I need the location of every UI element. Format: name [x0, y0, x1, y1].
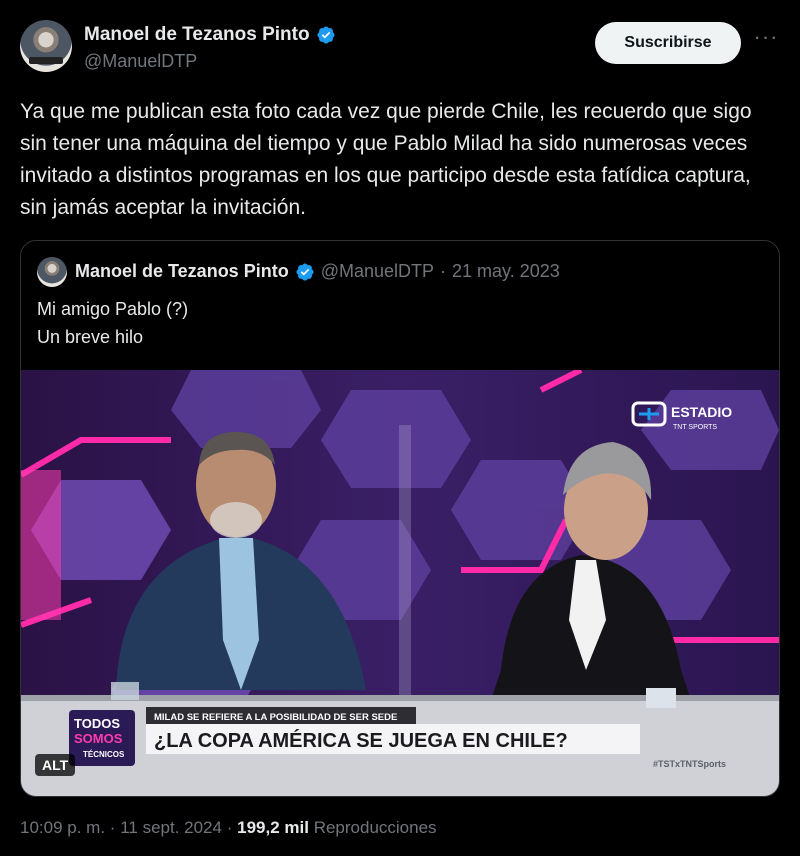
alt-text-badge[interactable]: ALT — [35, 754, 76, 776]
tweet-metadata: 10:09 p. m. · 11 sept. 2024 · 199,2 mil … — [20, 818, 437, 838]
lower-third-caption: MILAD SE REFIERE A LA POSIBILIDAD DE SER… — [154, 712, 397, 723]
tweet-text: Ya que me publican esta foto cada vez qu… — [20, 100, 752, 219]
program-logo-line-3: TÉCNICOS — [83, 750, 125, 759]
views-count: 199,2 mil — [237, 818, 309, 837]
quoted-text-line-1: Mi amigo Pablo (?) — [37, 299, 189, 319]
channel-logo-subtext: TNT SPORTS — [673, 424, 717, 431]
subscribe-button[interactable]: Suscribirse — [595, 22, 741, 64]
views-label: Reproducciones — [313, 818, 437, 837]
separator-dot: · — [440, 261, 447, 281]
more-options-icon[interactable]: ··· — [752, 26, 780, 54]
quoted-tweet-media[interactable]: ESTADIO TNT SPORTS MILAD SE REFIERE A LA… — [21, 370, 779, 796]
author-name-row[interactable]: Manoel de Tezanos Pinto — [84, 24, 336, 46]
separator-dot: · — [109, 818, 116, 837]
quoted-tweet-card[interactable]: Manoel de Tezanos Pinto @ManuelDTP · 21 … — [20, 240, 780, 797]
author-avatar[interactable] — [20, 20, 72, 72]
quoted-author-name: Manoel de Tezanos Pinto — [75, 261, 289, 281]
verified-badge-icon — [296, 262, 314, 281]
broadcast-hashtag: #TSTxTNTSports — [653, 759, 726, 769]
lower-third-headline: ¿LA COPA AMÉRICA SE JUEGA EN CHILE? — [154, 729, 568, 752]
quoted-tweet-header: Manoel de Tezanos Pinto @ManuelDTP · 21 … — [75, 261, 560, 282]
tv-studio-photo: ESTADIO TNT SPORTS MILAD SE REFIERE A LA… — [21, 370, 779, 796]
quoted-author-avatar — [37, 257, 67, 287]
program-logo-line-2: SOMOS — [74, 731, 123, 746]
tweet-date[interactable]: 11 sept. 2024 — [120, 818, 222, 837]
tweet-time[interactable]: 10:09 p. m. — [20, 818, 105, 837]
channel-logo-text: ESTADIO — [671, 404, 732, 420]
author-handle[interactable]: @ManuelDTP — [84, 51, 197, 72]
verified-badge-icon — [317, 26, 335, 44]
author-name[interactable]: Manoel de Tezanos Pinto — [84, 24, 310, 46]
quoted-tweet-date: 21 may. 2023 — [452, 261, 560, 281]
separator-dot: · — [226, 818, 233, 837]
quoted-text-line-2: Un breve hilo — [37, 327, 144, 347]
quoted-author-handle: @ManuelDTP — [320, 261, 435, 281]
quoted-tweet-text: Mi amigo Pablo (?) Un breve hilo — [37, 295, 188, 351]
program-logo-line-1: TODOS — [74, 716, 120, 731]
